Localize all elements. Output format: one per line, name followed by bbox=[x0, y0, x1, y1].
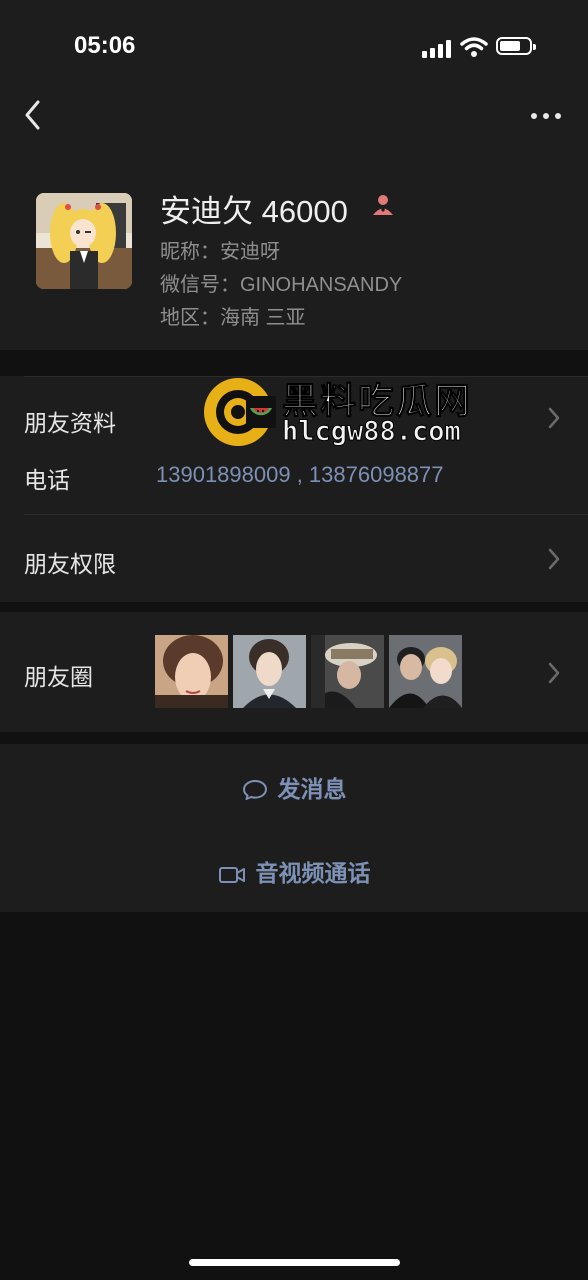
region: 地区：海南 三亚 bbox=[160, 307, 306, 329]
moments-label: 朋友圈 bbox=[24, 664, 93, 690]
display-name: 安迪欠 46000 bbox=[160, 194, 348, 229]
phone-numbers[interactable]: 13901898009 , 13876098877 bbox=[156, 462, 444, 488]
video-call-label: 音视频通话 bbox=[255, 860, 371, 886]
nickname: 昵称：安迪呀 bbox=[160, 241, 280, 263]
send-message-button[interactable]: 发消息 bbox=[0, 744, 588, 828]
video-call-button[interactable]: 音视频通话 bbox=[0, 828, 588, 912]
chat-bubble-icon bbox=[242, 780, 267, 800]
moments-photo[interactable] bbox=[389, 635, 462, 708]
home-indicator[interactable] bbox=[189, 1259, 400, 1266]
friend-info-label[interactable]: 朋友资料 bbox=[24, 404, 116, 438]
wifi-icon bbox=[460, 37, 488, 57]
moments-photo[interactable] bbox=[311, 635, 384, 708]
back-chevron-icon[interactable] bbox=[20, 98, 48, 132]
divider bbox=[24, 514, 588, 515]
phone-label: 电话 bbox=[24, 467, 70, 493]
friend-permissions-label[interactable]: 朋友权限 bbox=[24, 545, 116, 579]
wechat-id: 微信号：GINOHANSANDY bbox=[160, 274, 403, 296]
battery-icon bbox=[496, 37, 536, 55]
watermark: 黑料吃瓜网 hlcgw88.com bbox=[200, 372, 490, 454]
watermark-logo-icon bbox=[204, 378, 276, 446]
send-message-label: 发消息 bbox=[277, 776, 347, 802]
chevron-right-icon bbox=[548, 548, 560, 570]
status-time: 05:06 bbox=[74, 32, 136, 59]
moments-photo[interactable] bbox=[155, 635, 228, 708]
watermark-url: hlcgw88.com bbox=[282, 416, 462, 448]
chevron-right-icon bbox=[548, 662, 560, 684]
chevron-right-icon bbox=[548, 407, 560, 429]
avatar[interactable] bbox=[36, 193, 132, 289]
status-bar: 05:06 bbox=[0, 28, 588, 68]
star-friend-icon bbox=[373, 195, 393, 215]
more-options-icon[interactable] bbox=[528, 104, 564, 128]
cellular-signal-icon bbox=[422, 40, 452, 58]
video-camera-icon bbox=[218, 867, 245, 883]
moments-photo[interactable] bbox=[233, 635, 306, 708]
